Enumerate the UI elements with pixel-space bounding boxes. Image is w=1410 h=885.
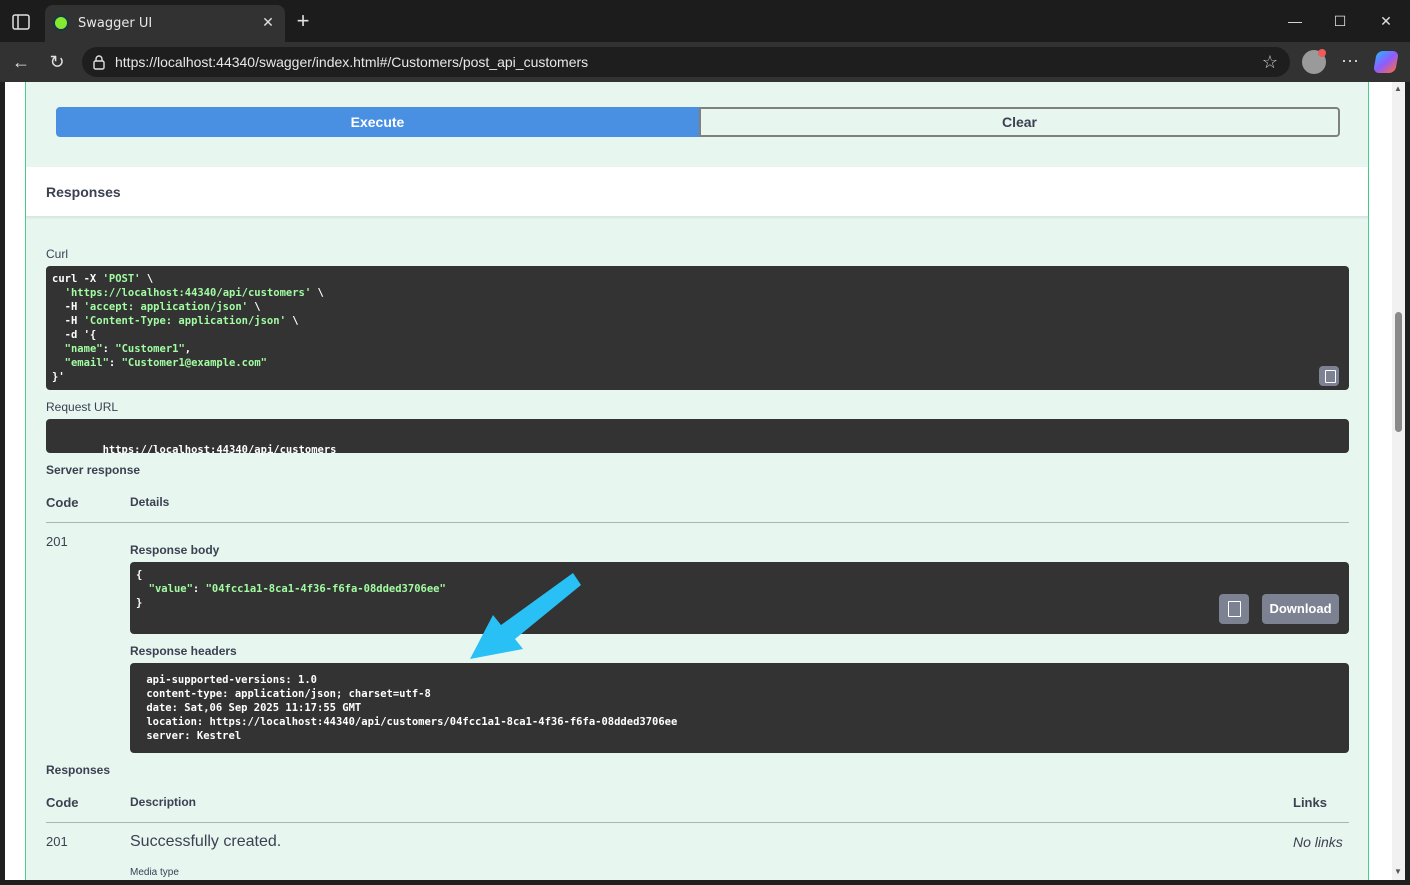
headers-line: location: https://localhost:44340/api/cu…: [140, 716, 678, 728]
page-scrollbar[interactable]: ▲ ▼: [1392, 82, 1405, 880]
headers-line: date: Sat,06 Sep 2025 11:17:55 GMT: [140, 702, 362, 714]
body-line: }: [136, 597, 143, 609]
doc-response-description: Successfully created.: [130, 833, 282, 850]
response-status-code: 201: [46, 534, 68, 549]
response-headers-label: Response headers: [130, 644, 237, 658]
profile-notification-dot: [1318, 49, 1326, 57]
minimize-icon[interactable]: —: [1280, 8, 1310, 34]
details-column-header: Details: [130, 495, 170, 509]
curl-line: }': [52, 371, 65, 383]
back-icon[interactable]: ←: [9, 50, 33, 74]
download-button[interactable]: Download: [1262, 594, 1339, 624]
annotation-arrow-icon: [470, 573, 581, 659]
more-options-icon[interactable]: ···: [1338, 50, 1362, 74]
links-column-header: Links: [1293, 795, 1327, 810]
request-url-block[interactable]: https://localhost:44340/api/customers: [46, 419, 1349, 456]
curl-line: -H 'accept: application/json' \: [52, 301, 261, 313]
lock-icon: [93, 55, 105, 70]
favorite-star-icon[interactable]: ☆: [1260, 52, 1280, 72]
body-line: "value": "04fcc1a1-8ca1-4f36-f6fa-08dded…: [148, 583, 446, 595]
table-divider: [46, 522, 1349, 523]
scroll-up-icon[interactable]: ▲: [1394, 84, 1402, 93]
body-line: {: [136, 569, 143, 581]
curl-label: Curl: [46, 247, 69, 261]
post-operation-block: Execute Clear Responses Curl curl -X 'PO…: [25, 82, 1369, 880]
refresh-icon[interactable]: ↻: [45, 50, 69, 74]
tab-title: Swagger UI: [78, 16, 153, 31]
copilot-icon[interactable]: [1373, 51, 1399, 73]
maximize-icon[interactable]: ☐: [1325, 8, 1355, 34]
headers-line: api-supported-versions: 1.0: [140, 674, 318, 686]
doc-table-divider: [46, 822, 1349, 823]
new-tab-icon[interactable]: +: [292, 10, 314, 32]
response-body-block[interactable]: { "value": "04fcc1a1-8ca1-4f36-f6fa-08dd…: [130, 562, 1349, 634]
doc-response-code: 201: [46, 834, 68, 849]
curl-line: curl -X 'POST' \: [52, 273, 154, 285]
close-window-icon[interactable]: ✕: [1371, 8, 1401, 34]
documented-responses-title: Responses: [46, 763, 111, 777]
response-headers-block[interactable]: api-supported-versions: 1.0 content-type…: [130, 663, 1349, 753]
copy-response-icon[interactable]: [1219, 594, 1249, 624]
responses-section-header: Responses: [26, 167, 1368, 217]
address-bar[interactable]: https://localhost:44340/swagger/index.ht…: [82, 47, 1290, 77]
browser-window: Swagger UI ✕ + — ☐ ✕ ← ↻ https://localho…: [0, 0, 1410, 885]
server-response-label: Server response: [46, 463, 141, 477]
responses-title: Responses: [46, 184, 121, 200]
curl-code-block[interactable]: curl -X 'POST' \ 'https://localhost:4434…: [46, 266, 1349, 390]
clear-button[interactable]: Clear: [699, 107, 1340, 137]
curl-line: "name": "Customer1",: [64, 343, 192, 355]
curl-line: "email": "Customer1@example.com": [64, 357, 267, 369]
request-url-text: https://localhost:44340/api/customers: [102, 444, 337, 456]
curl-line: -H 'Content-Type: application/json' \: [52, 315, 299, 327]
response-body-label: Response body: [130, 543, 220, 557]
request-url-label: Request URL: [46, 400, 119, 414]
page-viewport: Execute Clear Responses Curl curl -X 'PO…: [5, 82, 1392, 880]
headers-line: server: Kestrel: [140, 730, 242, 742]
tab-strip: Swagger UI ✕ + — ☐ ✕: [0, 0, 1410, 42]
media-type-label: Media type: [130, 867, 179, 878]
description-column-header: Description: [130, 795, 197, 809]
code-column-header: Code: [46, 495, 79, 510]
curl-line: 'https://localhost:44340/api/customers' …: [64, 287, 324, 299]
headers-line: content-type: application/json; charset=…: [140, 688, 431, 700]
url-text[interactable]: https://localhost:44340/swagger/index.ht…: [115, 54, 588, 70]
copy-curl-icon[interactable]: [1319, 366, 1339, 386]
curl-line: -d '{: [52, 329, 97, 341]
close-tab-icon[interactable]: ✕: [259, 13, 277, 31]
execute-wrapper: Execute Clear: [56, 107, 1340, 137]
active-tab[interactable]: Swagger UI ✕: [45, 5, 285, 42]
browser-toolbar: ← ↻ https://localhost:44340/swagger/inde…: [0, 42, 1410, 82]
scroll-thumb[interactable]: [1395, 312, 1402, 432]
execute-button[interactable]: Execute: [56, 107, 699, 137]
scroll-down-icon[interactable]: ▼: [1394, 867, 1402, 876]
doc-response-links: No links: [1293, 834, 1343, 850]
swagger-favicon-icon: [53, 15, 69, 31]
doc-code-column-header: Code: [46, 795, 79, 810]
tab-actions-icon[interactable]: [10, 11, 32, 33]
